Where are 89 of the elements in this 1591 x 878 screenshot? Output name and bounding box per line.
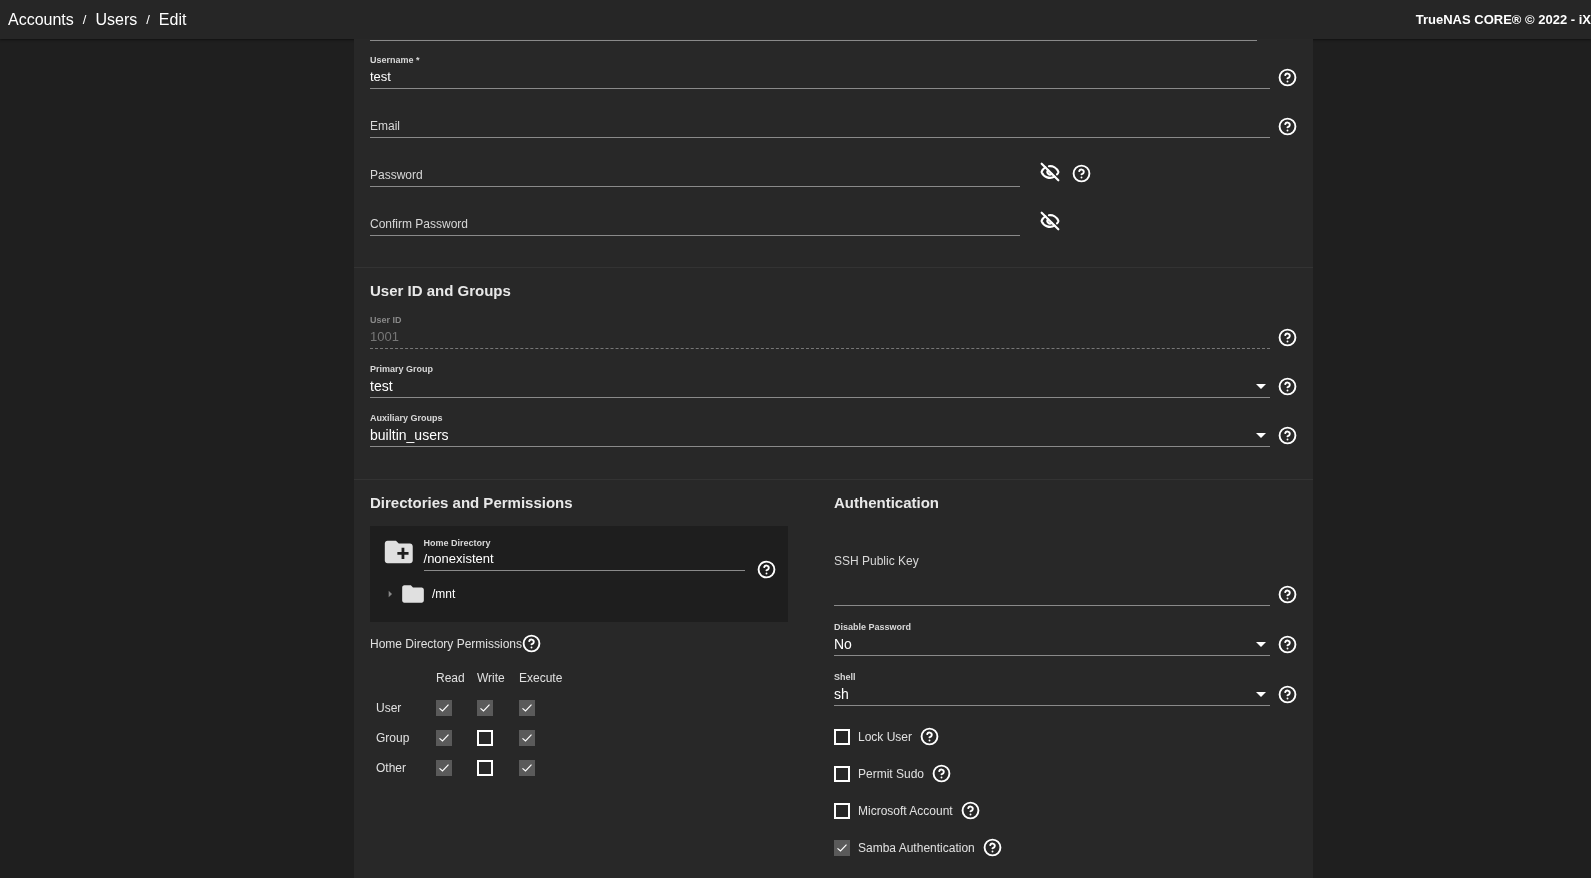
field-value: /nonexistent	[423, 550, 495, 568]
row-label: Group	[376, 730, 411, 747]
field-label: Disable Password	[834, 622, 913, 633]
field-label: SSH Public Key	[834, 553, 920, 570]
checkbox-label: Permit Sudo	[858, 765, 925, 783]
help-icon[interactable]	[1072, 164, 1091, 183]
help-icon[interactable]	[757, 560, 776, 579]
checkbox-label: Microsoft Account	[858, 802, 953, 820]
breadcrumb-separator: /	[146, 10, 150, 29]
section-title: User ID and Groups	[370, 281, 512, 300]
check-icon	[521, 762, 533, 774]
field-value: builtin_users	[370, 425, 450, 445]
caret-icon	[1256, 691, 1266, 697]
column-header: Execute	[519, 670, 564, 687]
help-icon[interactable]	[982, 838, 1002, 857]
input-field[interactable]: Home Directory /nonexistent	[423, 538, 745, 571]
help-icon[interactable]	[1278, 68, 1297, 87]
check-icon	[438, 702, 450, 714]
field-value: test	[370, 68, 392, 87]
help-icon[interactable]	[932, 764, 952, 783]
product-copyright: TrueNAS CORE® © 2022 - iX	[1415, 10, 1591, 29]
permission-checkbox[interactable]	[436, 760, 452, 776]
checkbox-label: Lock User	[858, 728, 913, 746]
check-icon	[438, 762, 450, 774]
field-value: test	[370, 376, 394, 396]
checkbox[interactable]	[834, 802, 850, 819]
field-value: No	[834, 634, 853, 654]
input-field[interactable]: Password	[370, 152, 1020, 187]
help-icon[interactable]	[1278, 685, 1297, 704]
field-value: sh	[834, 684, 850, 704]
check-icon	[438, 732, 450, 744]
permission-checkbox[interactable]	[477, 700, 493, 716]
permission-checkbox[interactable]	[477, 760, 493, 776]
help-icon[interactable]	[920, 727, 940, 746]
column-header: Write	[477, 670, 506, 687]
textarea-field[interactable]: SSH Public Key	[834, 552, 1270, 606]
field-placeholder: Password	[370, 167, 424, 184]
check-icon	[521, 702, 533, 714]
help-icon[interactable]	[1278, 635, 1297, 654]
field-placeholder: Email	[370, 118, 401, 135]
select-field[interactable]: Shell sh	[834, 671, 1270, 706]
check-icon	[521, 732, 533, 744]
checkbox-label: Samba Authentication	[858, 839, 975, 857]
permission-checkbox[interactable]	[519, 730, 535, 746]
eye-off-icon[interactable]	[1040, 211, 1060, 231]
input-field[interactable]: Confirm Password	[370, 201, 1020, 236]
caret-icon	[1256, 383, 1266, 389]
row-label: User	[376, 700, 403, 717]
tree-item[interactable]: /mnt	[432, 585, 456, 603]
breadcrumb-link[interactable]: Edit	[158, 7, 187, 32]
permissions-title: Home Directory Permissions	[370, 635, 523, 653]
permission-checkbox[interactable]	[519, 700, 535, 716]
help-icon[interactable]	[1278, 426, 1297, 445]
field-placeholder: Confirm Password	[370, 216, 470, 233]
permission-checkbox[interactable]	[436, 700, 452, 716]
breadcrumb-link[interactable]: Users	[95, 7, 138, 32]
field-label: Shell	[834, 672, 857, 683]
row-label: Other	[376, 760, 407, 777]
field-label: User ID	[370, 315, 403, 326]
field-label: Username *	[370, 55, 421, 66]
checkbox[interactable]	[834, 839, 850, 856]
help-icon[interactable]	[1278, 377, 1297, 396]
help-icon[interactable]	[522, 634, 542, 653]
column-header: Read	[436, 670, 466, 687]
help-icon[interactable]	[1278, 585, 1297, 604]
checkbox[interactable]	[834, 765, 850, 782]
caret-icon	[1256, 432, 1266, 438]
section-title: Authentication	[834, 493, 940, 512]
input-field[interactable]: Email	[370, 103, 1270, 138]
help-icon[interactable]	[960, 801, 980, 820]
field-label: Auxiliary Groups	[370, 413, 444, 424]
caret-icon	[1256, 641, 1266, 647]
select-field[interactable]: Primary Group test	[370, 363, 1270, 398]
select-field[interactable]: Auxiliary Groups builtin_users	[370, 412, 1270, 447]
eye-off-icon[interactable]	[1040, 162, 1060, 182]
select-field[interactable]: Disable Password No	[834, 621, 1270, 656]
checkbox[interactable]	[834, 728, 850, 745]
permission-checkbox[interactable]	[436, 730, 452, 746]
permission-checkbox[interactable]	[477, 730, 493, 746]
field-label: Primary Group	[370, 364, 435, 375]
permission-checkbox[interactable]	[519, 760, 535, 776]
help-icon[interactable]	[1278, 117, 1297, 136]
section-title: Directories and Permissions	[370, 493, 574, 512]
field-label: Home Directory	[423, 538, 492, 549]
check-icon	[479, 702, 491, 714]
breadcrumb-link[interactable]: Accounts	[8, 7, 74, 32]
field-value: 1001	[370, 328, 400, 347]
input-field[interactable]: Username * test	[370, 54, 1270, 89]
breadcrumb-separator: /	[82, 10, 87, 29]
